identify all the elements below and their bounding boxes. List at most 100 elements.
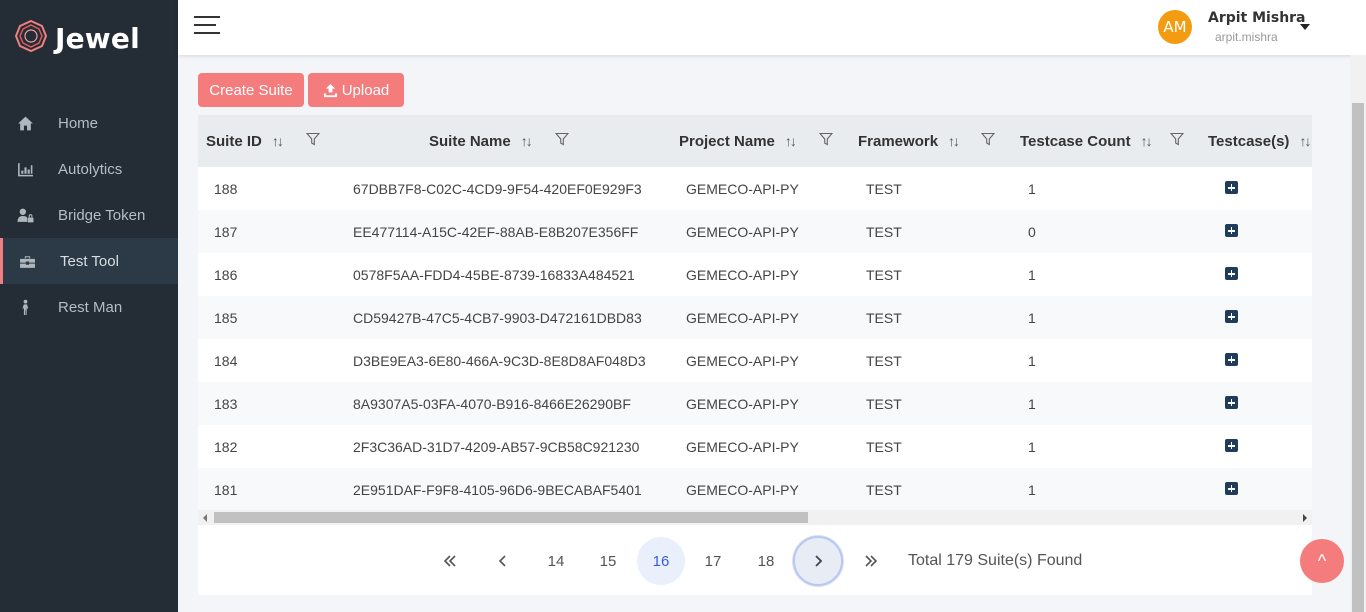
page-button-18[interactable]: 18: [742, 537, 790, 585]
page-button-17[interactable]: 17: [689, 537, 737, 585]
column-header-testcase-count[interactable]: Testcase Count ↑↓: [1020, 115, 1153, 167]
next-page-button[interactable]: [793, 536, 843, 586]
sidebar-nav: Home Autolytics Bridge Token Test Tool R…: [0, 100, 178, 330]
scroll-to-top-button[interactable]: ^: [1300, 539, 1344, 583]
testcase-count-cell: 1: [1028, 266, 1036, 283]
app-logo[interactable]: Jewel: [14, 18, 140, 58]
column-header-suite-name[interactable]: Suite Name ↑↓: [429, 115, 533, 167]
plus-square-icon[interactable]: [1225, 396, 1238, 409]
suite-id-cell: 183: [214, 395, 238, 412]
suite-name-cell: 67DBB7F8-C02C-4CD9-9F54-420EF0E929F3: [353, 180, 642, 197]
plus-square-icon[interactable]: [1225, 224, 1238, 237]
filter-icon[interactable]: [818, 132, 834, 146]
framework-cell: TEST: [866, 223, 902, 240]
table-row[interactable]: 187 EE477114-A15C-42EF-88AB-E8B207E356FF…: [198, 210, 1312, 253]
suite-id-cell: 188: [214, 180, 238, 197]
filter-icon[interactable]: [554, 132, 570, 146]
plus-square-icon[interactable]: [1225, 482, 1238, 495]
toolbox-icon: [18, 252, 36, 270]
table-scrollbar-thumb[interactable]: [214, 512, 808, 523]
testcase-count-cell: 1: [1028, 309, 1036, 326]
table-row[interactable]: 186 0578F5AA-FDD4-45BE-8739-16833A484521…: [198, 253, 1312, 296]
plus-square-icon[interactable]: [1225, 439, 1238, 452]
page-button-15[interactable]: 15: [584, 537, 632, 585]
page-button-16-current[interactable]: 16: [637, 537, 685, 585]
sidebar-item-bridge-token[interactable]: Bridge Token: [0, 192, 178, 238]
testcase-count-cell: 1: [1028, 395, 1036, 412]
suite-id-cell: 181: [214, 481, 238, 498]
page-scrollbar-thumb[interactable]: [1352, 103, 1364, 612]
project-name-cell: GEMECO-API-PY: [686, 266, 799, 283]
top-bar: AM Arpit Mishra arpit.mishra: [178, 0, 1366, 55]
create-suite-button[interactable]: Create Suite: [198, 73, 304, 107]
page-button-14[interactable]: 14: [532, 537, 580, 585]
plus-square-icon[interactable]: [1225, 267, 1238, 280]
menu-toggle-icon[interactable]: [194, 14, 222, 36]
sort-icon[interactable]: ↑↓: [948, 133, 960, 149]
filter-icon[interactable]: [305, 132, 321, 146]
testcase-count-cell: 1: [1028, 180, 1036, 197]
suite-id-cell: 186: [214, 266, 238, 283]
project-name-cell: GEMECO-API-PY: [686, 395, 799, 412]
sidebar-item-test-tool[interactable]: Test Tool: [0, 238, 178, 284]
suite-name-cell: 0578F5AA-FDD4-45BE-8739-16833A484521: [353, 266, 635, 283]
project-name-cell: GEMECO-API-PY: [686, 309, 799, 326]
column-header-testcases[interactable]: Testcase(s) ↑↓: [1208, 115, 1311, 167]
testcase-count-cell: 0: [1028, 223, 1036, 240]
testcase-count-cell: 1: [1028, 352, 1036, 369]
upload-label: Upload: [341, 81, 390, 99]
scroll-left-icon[interactable]: [203, 514, 207, 522]
upload-button[interactable]: Upload: [308, 73, 404, 107]
upload-icon: [323, 83, 337, 97]
last-page-button[interactable]: [847, 537, 895, 585]
avatar[interactable]: AM: [1158, 10, 1192, 44]
project-name-cell: GEMECO-API-PY: [686, 180, 799, 197]
column-header-suite-id[interactable]: Suite ID ↑↓: [206, 115, 284, 167]
column-header-project-name[interactable]: Project Name ↑↓: [679, 115, 797, 167]
suite-name-cell: CD59427B-47C5-4CB7-9903-D472161DBD83: [353, 309, 642, 326]
previous-page-button[interactable]: [479, 537, 527, 585]
table-row[interactable]: 182 2F3C36AD-31D7-4209-AB57-9CB58C921230…: [198, 425, 1312, 468]
bar-chart-icon: [16, 160, 34, 178]
home-icon: [16, 114, 34, 132]
sort-icon[interactable]: ↑↓: [1141, 133, 1153, 149]
user-lock-icon: [16, 206, 34, 224]
sidebar-item-rest-man[interactable]: Rest Man: [0, 284, 178, 330]
table-row[interactable]: 185 CD59427B-47C5-4CB7-9903-D472161DBD83…: [198, 296, 1312, 339]
sidebar-item-label: Autolytics: [58, 160, 123, 178]
filter-icon[interactable]: [1169, 132, 1185, 146]
framework-cell: TEST: [866, 180, 902, 197]
user-handle: arpit.mishra: [1215, 30, 1278, 44]
project-name-cell: GEMECO-API-PY: [686, 223, 799, 240]
sort-icon[interactable]: ↑↓: [272, 133, 284, 149]
total-count-text: Total 179 Suite(s) Found: [908, 552, 1083, 569]
table-horizontal-scrollbar[interactable]: [198, 510, 1312, 525]
pagination: 14 15 16 17 18 Total 179 Suite(s) Found: [198, 525, 1312, 595]
testcase-count-cell: 1: [1028, 481, 1036, 498]
table-row[interactable]: 183 8A9307A5-03FA-4070-B916-8466E26290BF…: [198, 382, 1312, 425]
suite-id-cell: 187: [214, 223, 238, 240]
page-scrollbar[interactable]: [1350, 55, 1366, 612]
project-name-cell: GEMECO-API-PY: [686, 481, 799, 498]
sort-icon[interactable]: ↑↓: [785, 133, 797, 149]
table-row[interactable]: 181 2E951DAF-F9F8-4105-96D6-9BECABAF5401…: [198, 468, 1312, 511]
sidebar-item-home[interactable]: Home: [0, 100, 178, 146]
sort-icon[interactable]: ↑↓: [521, 133, 533, 149]
table-row[interactable]: 188 67DBB7F8-C02C-4CD9-9F54-420EF0E929F3…: [198, 167, 1312, 210]
first-page-button[interactable]: [426, 537, 474, 585]
table-header: Suite ID ↑↓ Suite Name ↑↓ Project Name ↑↓ F…: [198, 115, 1312, 167]
plus-square-icon[interactable]: [1225, 310, 1238, 323]
filter-icon[interactable]: [980, 132, 996, 146]
person-walking-icon: [16, 298, 34, 316]
plus-square-icon[interactable]: [1225, 353, 1238, 366]
framework-cell: TEST: [866, 309, 902, 326]
user-menu-caret-icon[interactable]: [1300, 24, 1310, 30]
column-header-framework[interactable]: Framework ↑↓: [858, 115, 960, 167]
scroll-right-icon[interactable]: [1303, 514, 1307, 522]
user-name[interactable]: Arpit Mishra: [1208, 10, 1306, 26]
sidebar-item-autolytics[interactable]: Autolytics: [0, 146, 178, 192]
sort-icon[interactable]: ↑↓: [1299, 133, 1311, 149]
chevron-right-icon: [815, 555, 823, 567]
table-row[interactable]: 184 D3BE9EA3-6E80-466A-9C3D-8E8D8AF048D3…: [198, 339, 1312, 382]
plus-square-icon[interactable]: [1225, 181, 1238, 194]
